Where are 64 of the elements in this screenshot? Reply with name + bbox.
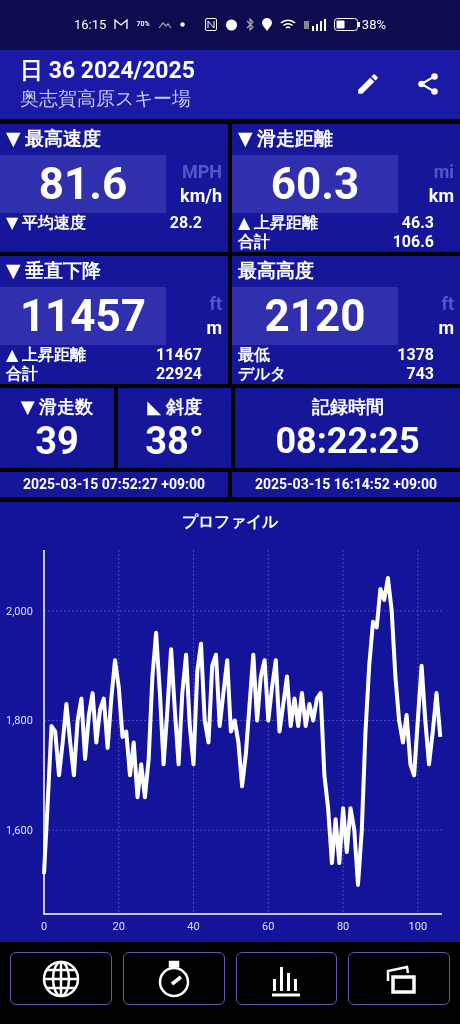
stat-card[interactable]: 最高高度 2120 ft m 最低 1378 デルタ 743 xyxy=(232,256,460,385)
stat-label: 記録時間 xyxy=(311,395,384,420)
mail-icon xyxy=(114,19,129,31)
wifi-icon xyxy=(279,18,296,31)
stat-card[interactable]: 記録時間 08:22:25 xyxy=(235,388,460,468)
nfc-icon xyxy=(204,18,217,32)
nav-button[interactable] xyxy=(122,952,225,1005)
chart-title: プロファイル xyxy=(182,511,278,533)
y-tick-label: 1,800 xyxy=(6,714,33,728)
unit-option[interactable]: m xyxy=(438,316,454,341)
resort-name: 奥志賀高原スキー場 xyxy=(20,86,192,113)
stat-value: 39 xyxy=(35,420,79,463)
x-tick-label: 40 xyxy=(187,920,200,934)
battery-percent: 38% xyxy=(361,16,386,35)
row-label: 最低 xyxy=(238,345,270,365)
y-tick-label: 1,600 xyxy=(6,824,33,838)
day-title: 日 36 2024/2025 xyxy=(20,56,196,87)
x-tick-label: 0 xyxy=(40,920,48,934)
row-label: デルタ xyxy=(238,364,286,384)
stat-value: 2120 xyxy=(232,287,398,346)
unit-option[interactable]: m xyxy=(206,316,222,341)
x-tick-label: 60 xyxy=(262,920,275,934)
timestamp: 2025-03-15 16:14:52 +09:00 xyxy=(232,471,460,498)
nav-button[interactable] xyxy=(10,952,112,1005)
stat-card[interactable]: ▼ 滑走数 39 xyxy=(0,388,114,468)
stat-value: 08:22:25 xyxy=(275,420,420,463)
status-time: 16:15 xyxy=(74,16,107,35)
stat-card[interactable]: ◣ 斜度 38° xyxy=(118,388,231,468)
x-tick-label: 100 xyxy=(408,920,428,934)
row-label: ▲ 上昇距離 xyxy=(6,345,87,365)
stat-label: ▼ 垂直下降 xyxy=(6,258,102,285)
stat-value: 38° xyxy=(145,420,204,463)
unit-option[interactable]: km xyxy=(428,184,454,209)
timestamp: 2025-03-15 07:52:27 +09:00 xyxy=(0,471,228,498)
signal-icon xyxy=(303,18,326,31)
battery-icon xyxy=(333,18,360,32)
stat-label: ▼ 滑走数 xyxy=(20,395,94,420)
stat-card[interactable]: ▼ 垂直下降 11457 ft m ▲ 上昇距離 11467 合計 22924 xyxy=(0,256,228,385)
globe-icon xyxy=(40,958,81,999)
stat-label: ▼ 滑走距離 xyxy=(238,126,334,153)
stat-value: 11457 xyxy=(0,287,166,346)
row-value: 28.2 xyxy=(169,211,202,234)
stat-label: 最高高度 xyxy=(238,258,314,285)
row-label: 合計 xyxy=(238,232,270,252)
row-label: ▲ 上昇距離 xyxy=(238,213,319,233)
bluetooth-icon xyxy=(245,18,254,32)
unit-option[interactable]: km/h xyxy=(180,184,222,209)
nav-button[interactable] xyxy=(348,952,450,1005)
stat-label: ▼ 最高速度 xyxy=(6,126,102,153)
stat-label: ◣ 斜度 xyxy=(147,395,202,420)
row-label: 合計 xyxy=(6,364,38,384)
stat-card[interactable]: ▼ 滑走距離 60.3 mi km ▲ 上昇距離 46.3 合計 106.6 xyxy=(232,124,460,253)
x-tick-label: 20 xyxy=(112,920,125,934)
stat-card[interactable]: ▼ 最高速度 81.6 MPH km/h ▼ 平均速度 28.2 xyxy=(0,124,228,253)
mountain-icon xyxy=(157,20,172,29)
stat-value: 81.6 xyxy=(0,155,166,214)
x-tick-label: 80 xyxy=(336,920,350,934)
dot-icon xyxy=(179,22,185,28)
nav-button[interactable] xyxy=(235,952,338,1005)
y-tick-label: 2,000 xyxy=(6,605,33,619)
stat-value: 60.3 xyxy=(232,155,398,214)
row-label: ▼ 平均速度 xyxy=(6,213,87,233)
share-icon xyxy=(415,71,441,98)
location-pin-icon xyxy=(261,18,272,32)
